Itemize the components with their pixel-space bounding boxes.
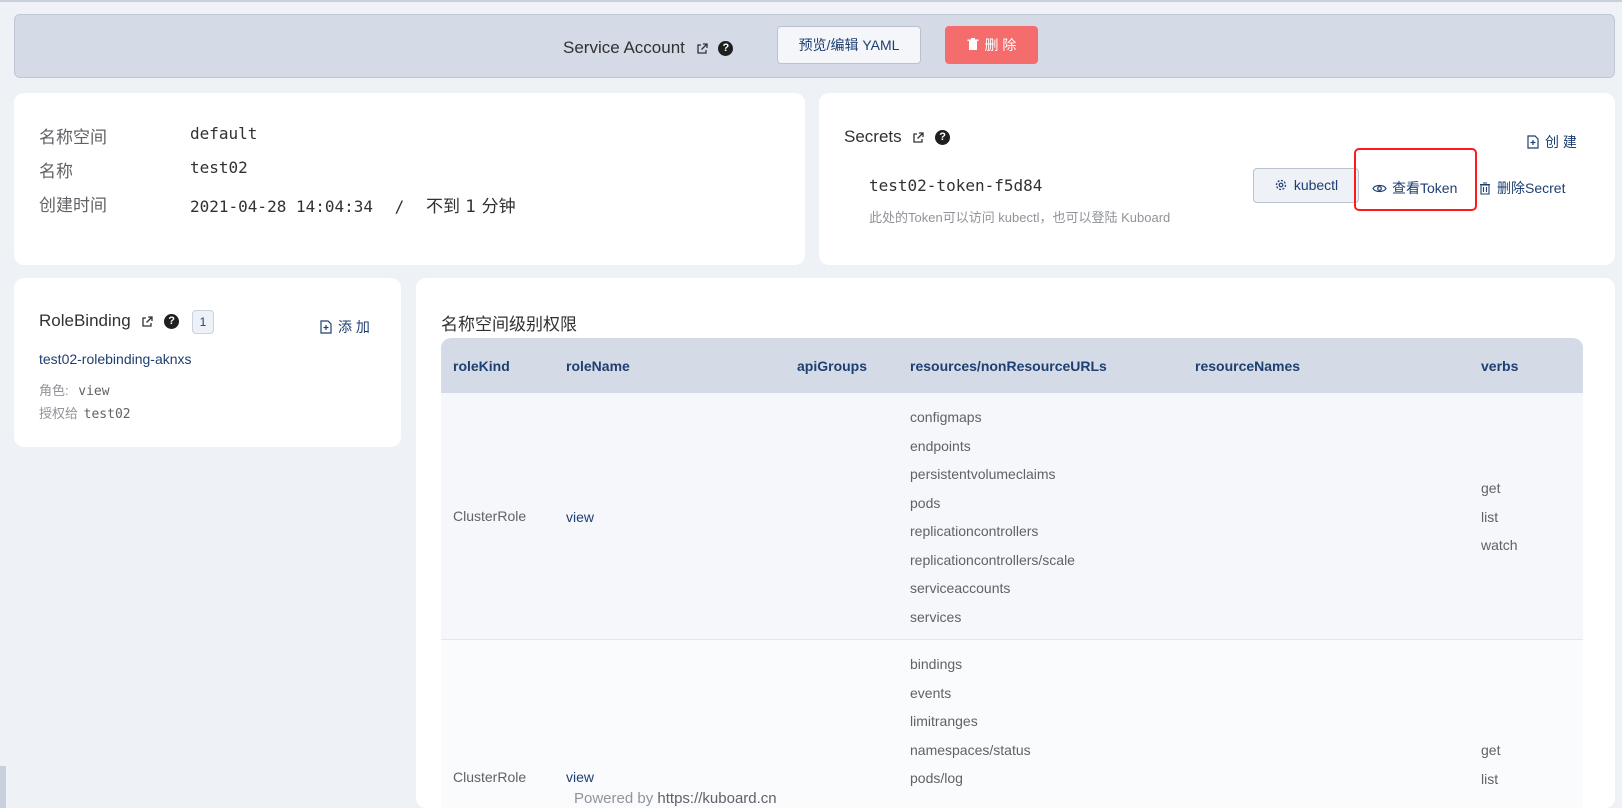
page-title: Service Account ?	[563, 38, 734, 58]
created-label: 创建时间	[39, 196, 107, 215]
verb-item: watch	[1481, 537, 1518, 553]
namespace-permissions-card: 名称空间级别权限 roleKind roleName apiGroups res…	[416, 278, 1615, 808]
rolebinding-grant: 授权给 test02	[39, 403, 131, 422]
add-rolebinding-label: 添 加	[338, 319, 370, 335]
top-divider	[0, 0, 1622, 2]
permissions-title: 名称空间级别权限	[441, 315, 577, 334]
table-row: ClusterRole view bindings events limitra…	[441, 640, 1583, 808]
table-row: ClusterRole view configmaps endpoints pe…	[441, 393, 1583, 640]
external-link-icon[interactable]	[141, 315, 154, 328]
kubectl-button[interactable]: kubectl	[1253, 168, 1359, 203]
cell-verbs: get list	[1481, 736, 1500, 793]
delete-secret-button[interactable]: 删除Secret	[1479, 178, 1565, 198]
column-header-apigroups: apiGroups	[797, 358, 868, 374]
rolebinding-count-badge: 1	[192, 310, 214, 334]
role-label: 角色:	[39, 383, 69, 398]
rolebinding-card: RoleBinding ? 1 添 加 test02-rolebinding-a…	[14, 278, 401, 447]
secret-name[interactable]: test02-token-f5d84	[869, 176, 1042, 195]
namespace-value: default	[190, 124, 258, 143]
create-secret-button[interactable]: 创 建	[1527, 132, 1577, 152]
service-account-info-card: 名称空间 default 名称 test02 创建时间 2021-04-28 1…	[14, 93, 805, 265]
resource-item: events	[910, 684, 952, 701]
cell-rolekind: ClusterRole	[453, 769, 527, 785]
namespace-label: 名称空间	[39, 128, 107, 147]
resource-item: pods/log	[910, 770, 963, 786]
gear-icon	[1275, 179, 1286, 191]
column-header-verbs: verbs	[1481, 358, 1519, 374]
rolebinding-role: 角色: view	[39, 380, 110, 399]
service-account-header: Service Account ? 预览/编辑 YAML 删 除	[14, 14, 1615, 78]
grant-value: test02	[83, 407, 131, 422]
column-header-rolekind: roleKind	[453, 358, 510, 374]
external-link-icon[interactable]	[696, 42, 708, 55]
left-edge-bar	[0, 766, 6, 808]
cell-resources: configmaps endpoints persistentvolumecla…	[910, 403, 1075, 631]
verb-item: list	[1481, 770, 1499, 787]
name-label: 名称	[39, 162, 73, 181]
created-separator: /	[394, 197, 405, 216]
footer-powered-text: Powered by	[574, 790, 654, 807]
cell-verbs: get list watch	[1481, 474, 1518, 560]
resource-item: persistentvolumeclaims	[910, 466, 1056, 482]
file-add-icon	[1527, 135, 1539, 149]
resource-item: namespaces/status	[910, 741, 1031, 758]
rolebinding-title-text: RoleBinding	[39, 311, 131, 330]
resource-item: configmaps	[910, 409, 982, 425]
resource-item: serviceaccounts	[910, 580, 1011, 596]
secret-description: 此处的Token可以访问 kubectl，也可以登陆 Kuboard	[869, 210, 1171, 225]
create-secret-label: 创 建	[1545, 134, 1577, 150]
secrets-title: Secrets ?	[844, 127, 951, 147]
footer: Powered by https://kuboard.cn	[574, 790, 777, 807]
rolebinding-link[interactable]: test02-rolebinding-aknxs	[39, 351, 192, 367]
secrets-card: Secrets ? 创 建 test02-token-f5d84 此处的Toke…	[819, 93, 1615, 265]
trash-icon	[967, 38, 979, 50]
delete-button-label: 删 除	[984, 37, 1017, 53]
verb-item: get	[1481, 480, 1501, 496]
table-header: roleKind roleName apiGroups resources/no…	[441, 338, 1583, 393]
add-rolebinding-button[interactable]: 添 加	[320, 317, 370, 337]
resource-item: replicationcontrollers/scale	[910, 551, 1075, 568]
external-link-icon[interactable]	[912, 131, 925, 144]
cell-rolename-link[interactable]: view	[566, 769, 594, 785]
delete-button[interactable]: 删 除	[945, 26, 1038, 64]
help-icon[interactable]: ?	[164, 314, 180, 330]
column-header-rolename: roleName	[566, 358, 630, 374]
cell-rolename-link[interactable]: view	[566, 509, 594, 525]
page-title-text: Service Account	[563, 38, 685, 57]
secrets-title-text: Secrets	[844, 127, 902, 146]
file-add-icon	[320, 320, 332, 334]
preview-edit-yaml-button[interactable]: 预览/编辑 YAML	[777, 26, 921, 64]
created-value: 2021-04-28 14:04:34 / 不到 1 分钟	[190, 192, 516, 217]
created-relative: 不到 1 分钟	[425, 197, 516, 217]
name-value: test02	[190, 158, 248, 177]
column-header-resourcenames: resourceNames	[1195, 358, 1301, 374]
permissions-table: roleKind roleName apiGroups resources/no…	[441, 338, 1583, 808]
delete-secret-label: 删除Secret	[1497, 180, 1566, 196]
resource-item: bindings	[910, 656, 963, 672]
created-timestamp: 2021-04-28 14:04:34	[190, 197, 374, 216]
cell-resources: bindings events limitranges namespaces/s…	[910, 650, 1031, 793]
verb-item: get	[1481, 742, 1501, 758]
resource-item: endpoints	[910, 437, 971, 454]
help-icon[interactable]: ?	[718, 41, 734, 57]
resource-item: pods	[910, 494, 941, 511]
role-value: view	[78, 384, 110, 399]
kubectl-label: kubectl	[1293, 177, 1339, 193]
footer-link[interactable]: https://kuboard.cn	[657, 790, 776, 807]
rolebinding-title: RoleBinding ?	[39, 311, 180, 331]
resource-item: services	[910, 608, 962, 625]
trash-icon	[1480, 182, 1490, 195]
grant-label: 授权给	[39, 406, 79, 421]
column-header-resources: resources/nonResourceURLs	[910, 358, 1107, 374]
resource-item: limitranges	[910, 713, 978, 729]
resource-item: replicationcontrollers	[910, 523, 1039, 539]
cell-rolekind: ClusterRole	[453, 508, 527, 524]
view-token-highlight	[1354, 148, 1477, 211]
verb-item: list	[1481, 508, 1499, 525]
help-icon[interactable]: ?	[935, 130, 951, 146]
